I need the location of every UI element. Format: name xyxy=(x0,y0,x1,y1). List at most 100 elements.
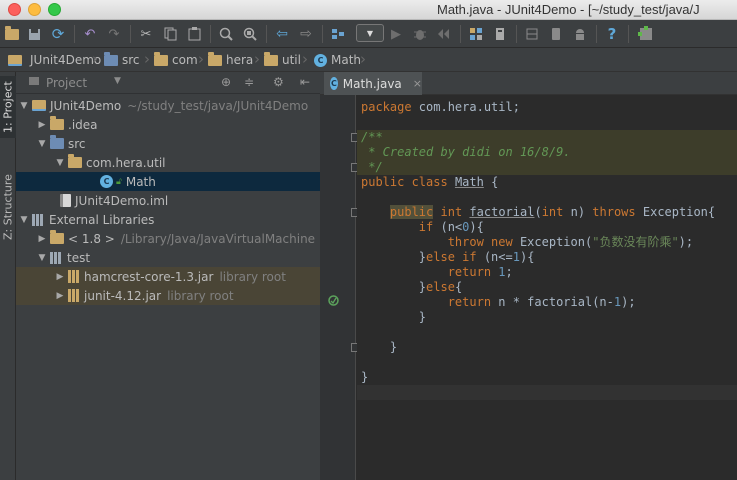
debug-icon[interactable] xyxy=(410,24,430,44)
breadcrumb-com[interactable]: com xyxy=(154,51,198,68)
tree-item-project-root[interactable]: ▼ JUnit4Demo ~/study_test/java/JUnit4Dem… xyxy=(16,96,320,115)
android-icon[interactable] xyxy=(570,24,590,44)
gear-icon[interactable]: ⚙ xyxy=(273,75,284,89)
breadcrumb-project[interactable]: JUnit4Demo xyxy=(6,52,101,68)
breadcrumb-src[interactable]: src xyxy=(104,51,140,68)
window-close-button[interactable] xyxy=(8,3,21,16)
find-icon[interactable] xyxy=(216,24,236,44)
breadcrumb-hera[interactable]: hera xyxy=(208,51,253,68)
hide-panel-icon[interactable]: ⇤ xyxy=(300,75,310,89)
help-icon[interactable]: ? xyxy=(602,24,622,44)
project-view-title[interactable]: Project xyxy=(46,76,87,90)
code-line[interactable]: }else if (n<=1){ xyxy=(357,250,737,265)
chevron-down-icon[interactable]: ▼ xyxy=(18,215,30,225)
toolbar-separator xyxy=(516,25,517,43)
code-line[interactable]: throw new Exception("负数没有阶乘"); xyxy=(357,235,737,250)
code-line[interactable]: } xyxy=(357,340,737,355)
run-config-dropdown[interactable]: ▼ xyxy=(356,24,384,42)
tree-item-iml[interactable]: JUnit4Demo.iml xyxy=(16,191,320,210)
paste-icon[interactable] xyxy=(184,24,204,44)
chevron-right-icon[interactable]: ▶ xyxy=(36,120,48,130)
tab-math-java[interactable]: C Math.java × xyxy=(324,72,422,95)
avd-icon[interactable] xyxy=(546,24,566,44)
breadcrumb-separator-icon: › xyxy=(254,50,260,68)
sync-gradle-icon[interactable] xyxy=(522,24,542,44)
jar-icon xyxy=(68,270,80,283)
coverage-icon[interactable] xyxy=(434,24,454,44)
code-line[interactable]: } xyxy=(357,310,737,325)
tree-item-jdk[interactable]: ▶ < 1.8 > /Library/Java/JavaVirtualMachi… xyxy=(16,229,320,248)
plugin-icon[interactable] xyxy=(636,24,656,44)
chevron-down-icon[interactable]: ▼ xyxy=(36,253,48,263)
run-icon[interactable]: ▶ xyxy=(386,24,406,44)
code-line[interactable] xyxy=(357,385,737,400)
collapse-all-icon[interactable]: ≑ xyxy=(244,75,254,89)
breadcrumb-math[interactable]: C Math xyxy=(314,52,361,68)
project-panel-header: Project ▼ ⊕ ≑ ⚙ ⇤ xyxy=(16,72,320,94)
project-structure-icon[interactable] xyxy=(466,24,486,44)
close-icon[interactable]: × xyxy=(413,77,422,90)
chevron-down-icon[interactable]: ▼ xyxy=(54,158,66,168)
copy-icon[interactable] xyxy=(160,24,180,44)
code-line[interactable]: if (n<0){ xyxy=(357,220,737,235)
code-line[interactable] xyxy=(357,190,737,205)
window-maximize-button[interactable] xyxy=(48,3,61,16)
code-line[interactable]: public int factorial(int n) throws Excep… xyxy=(357,205,737,220)
folder-icon xyxy=(50,116,64,130)
folder-icon xyxy=(154,51,168,66)
tab-structure-tool-window[interactable]: Z: Structure xyxy=(0,166,16,248)
tree-item-test-library[interactable]: ▼ test xyxy=(16,248,320,267)
code-line[interactable]: package com.hera.util; xyxy=(357,100,737,115)
code-line[interactable]: * Created by didi on 16/8/9. xyxy=(357,145,737,160)
tree-item-src[interactable]: ▼ src xyxy=(16,134,320,153)
build-icon[interactable] xyxy=(328,24,348,44)
back-icon[interactable]: ⇦ xyxy=(272,24,292,44)
jar-icon xyxy=(68,289,80,302)
redo-icon[interactable]: ↷ xyxy=(104,24,124,44)
code-line[interactable]: */ xyxy=(357,160,737,175)
editor-gutter[interactable] xyxy=(320,95,360,480)
chevron-right-icon[interactable]: ▶ xyxy=(36,234,48,244)
chevron-down-icon[interactable]: ▼ xyxy=(114,76,121,86)
tree-item-junit-jar[interactable]: ▶ junit-4.12.jar library root xyxy=(16,286,320,305)
save-icon[interactable] xyxy=(24,24,44,44)
tree-item-idea[interactable]: ▶ .idea xyxy=(16,115,320,134)
forward-icon[interactable]: ⇨ xyxy=(296,24,316,44)
code-line[interactable] xyxy=(357,355,737,370)
toolbar-separator xyxy=(210,25,211,43)
breadcrumb-separator-icon: › xyxy=(302,50,308,68)
tree-item-external-libraries[interactable]: ▼ External Libraries xyxy=(16,210,320,229)
scroll-from-source-icon[interactable]: ⊕ xyxy=(221,75,231,89)
tree-item-math-class[interactable]: C 🔓︎ Math xyxy=(16,172,320,191)
toolbar-separator xyxy=(460,25,461,43)
code-line[interactable]: } xyxy=(357,370,737,385)
code-line[interactable]: /** xyxy=(357,130,737,145)
breadcrumb-separator-icon: › xyxy=(198,50,204,68)
chevron-down-icon[interactable]: ▼ xyxy=(18,101,30,111)
code-line[interactable] xyxy=(357,115,737,130)
tab-project-tool-window[interactable]: 1: Project xyxy=(0,76,16,138)
undo-icon[interactable]: ↶ xyxy=(80,24,100,44)
chevron-right-icon[interactable]: ▶ xyxy=(54,291,66,301)
code-line[interactable] xyxy=(357,325,737,340)
cut-icon[interactable]: ✂ xyxy=(136,24,156,44)
override-marker-icon[interactable] xyxy=(328,295,339,309)
sync-icon[interactable]: ⟳ xyxy=(48,24,68,44)
breadcrumb-util[interactable]: util xyxy=(264,51,301,68)
project-panel: Project ▼ ⊕ ≑ ⚙ ⇤ ▼ JUnit4Demo ~/study_t… xyxy=(16,72,320,480)
code-line[interactable]: }else{ xyxy=(357,280,737,295)
code-line[interactable]: public class Math { xyxy=(357,175,737,190)
tree-item-package[interactable]: ▼ com.hera.util xyxy=(16,153,320,172)
title-bar: Math.java - JUnit4Demo - [~/study_test/j… xyxy=(0,0,737,20)
folder-open-icon[interactable] xyxy=(2,24,22,44)
find-replace-icon[interactable] xyxy=(240,24,260,44)
source-folder-icon xyxy=(50,135,64,149)
code-line[interactable]: return 1; xyxy=(357,265,737,280)
window-minimize-button[interactable] xyxy=(28,3,41,16)
sdk-icon[interactable] xyxy=(490,24,510,44)
chevron-down-icon[interactable]: ▼ xyxy=(36,139,48,149)
chevron-right-icon[interactable]: ▶ xyxy=(54,272,66,282)
tree-item-hamcrest-jar[interactable]: ▶ hamcrest-core-1.3.jar library root xyxy=(16,267,320,286)
code-line[interactable]: return n * factorial(n-1); xyxy=(357,295,737,310)
code-editor[interactable]: package com.hera.util; /** * Created by … xyxy=(357,95,737,480)
